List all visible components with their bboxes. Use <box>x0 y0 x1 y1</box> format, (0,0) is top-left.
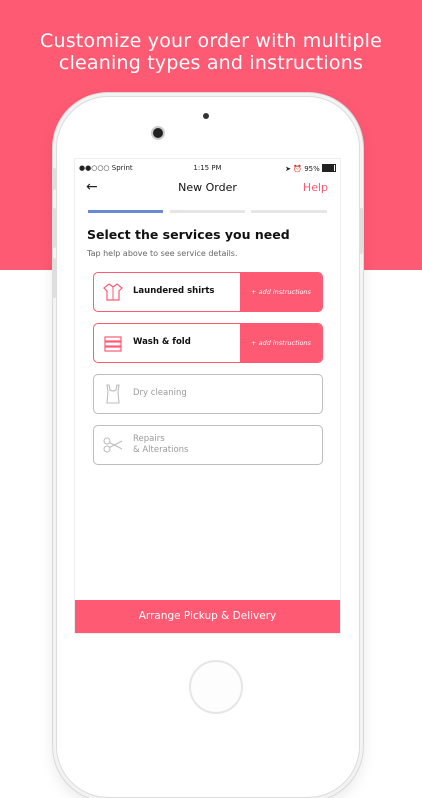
section-title: Select the services you need <box>87 227 290 242</box>
alarm-icon: ⏰ <box>293 165 302 173</box>
phone-home-button[interactable] <box>189 660 243 714</box>
service-label-line-1: Repairs <box>133 434 165 444</box>
status-bar: ●●○○○ Sprint 1:15 PM ➤ ⏰ 95% <box>75 159 340 177</box>
service-card-wash-fold[interactable]: Wash & fold + add instructions <box>93 323 323 363</box>
phone-volume-down <box>52 258 56 298</box>
arrange-pickup-button[interactable]: Arrange Pickup & Delivery <box>75 600 340 633</box>
service-label: Dry cleaning <box>133 388 187 398</box>
phone-camera <box>153 128 163 138</box>
service-card-dry-cleaning[interactable]: Dry cleaning <box>93 374 323 414</box>
progress-step-1 <box>88 210 163 213</box>
progress-step-2 <box>170 210 245 213</box>
tank-top-icon <box>106 384 120 404</box>
headline: Customize your order with multiple clean… <box>0 30 422 74</box>
service-label: Repairs & Alterations <box>133 434 188 456</box>
phone-volume-up <box>52 208 56 248</box>
battery-icon <box>322 164 336 172</box>
phone-mute-switch <box>52 168 56 190</box>
location-icon: ➤ <box>285 165 292 173</box>
progress-step-3 <box>251 210 327 213</box>
headline-line-1: Customize your order with multiple <box>40 30 382 52</box>
page-title: New Order <box>178 181 237 194</box>
help-link[interactable]: Help <box>303 181 328 194</box>
service-card-laundered-shirts[interactable]: Laundered shirts + add instructions <box>93 272 323 312</box>
service-label: Wash & fold <box>133 337 191 347</box>
folded-clothes-icon <box>104 336 122 352</box>
section-subtitle: Tap help above to see service details. <box>87 249 238 258</box>
phone-speaker <box>203 113 209 119</box>
service-label-line-2: & Alterations <box>133 445 189 455</box>
service-label: Laundered shirts <box>133 286 215 296</box>
add-instructions-button[interactable]: + add instructions <box>240 324 322 362</box>
scissors-icon <box>103 437 123 453</box>
nav-bar: ← New Order Help <box>75 177 340 203</box>
add-instructions-button[interactable]: + add instructions <box>240 273 322 311</box>
shirt-icon <box>103 283 123 301</box>
service-card-repairs-alterations[interactable]: Repairs & Alterations <box>93 425 323 465</box>
battery-percent: 95% <box>304 165 320 173</box>
status-right: ➤ ⏰ 95% <box>285 164 336 173</box>
phone-power-button <box>359 208 363 254</box>
app-screen: ●●○○○ Sprint 1:15 PM ➤ ⏰ 95% ← New Order… <box>74 158 341 634</box>
headline-line-2: cleaning types and instructions <box>58 52 364 74</box>
